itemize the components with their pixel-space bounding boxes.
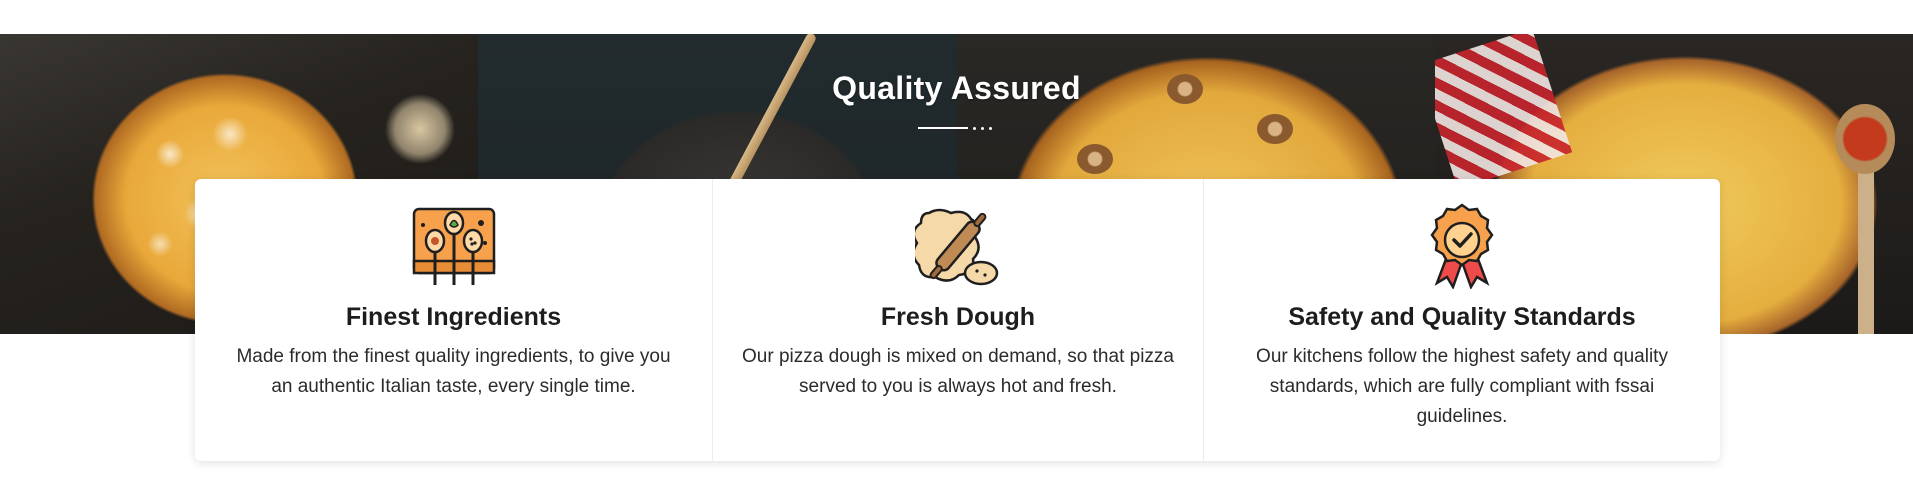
feature-title: Safety and Quality Standards <box>1288 303 1636 331</box>
feature-description: Our pizza dough is mixed on demand, so t… <box>742 346 1174 397</box>
section-title: Quality Assured <box>832 70 1081 106</box>
features-card: Finest Ingredients Made from the finest … <box>195 179 1720 461</box>
feature-safety-quality: Safety and Quality Standards Our kitchen… <box>1203 179 1720 461</box>
feature-description: Our kitchens follow the highest safety a… <box>1256 346 1668 427</box>
feature-finest-ingredients: Finest Ingredients Made from the finest … <box>195 179 712 461</box>
feature-description: Made from the finest quality ingredients… <box>236 346 671 397</box>
rolling-pin-dough-icon <box>915 208 999 286</box>
page: Quality Assured Finest Ingredients Made … <box>0 0 1913 498</box>
feature-fresh-dough: Fresh Dough Our pizza dough is mixed on … <box>712 179 1203 461</box>
feature-title: Finest Ingredients <box>345 303 562 331</box>
title-divider <box>918 126 992 130</box>
quality-badge-icon <box>1430 203 1494 289</box>
feature-title: Fresh Dough <box>880 303 1036 331</box>
spoons-icon <box>412 207 495 285</box>
